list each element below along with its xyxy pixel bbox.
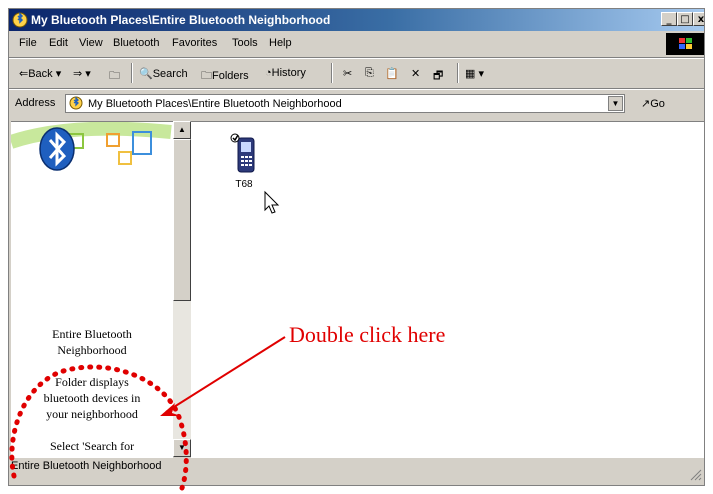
views-button[interactable]: ▦ ▾ xyxy=(465,67,484,80)
address-dropdown-button[interactable]: ▼ xyxy=(608,96,623,111)
folders-button[interactable]: 🗀Folders xyxy=(201,67,249,86)
search-button[interactable]: 🔍Search xyxy=(139,67,188,80)
windows-logo-icon xyxy=(666,33,704,55)
go-button[interactable]: ↗Go xyxy=(641,97,665,110)
device-item-t68[interactable]: T68 xyxy=(222,132,266,190)
go-arrow-icon: ↗ xyxy=(641,98,651,110)
back-button[interactable]: ⇐Back ▾ xyxy=(19,67,61,80)
search-icon: 🔍 xyxy=(139,68,153,80)
device-name: T68 xyxy=(235,179,253,190)
info-hint-line-1: Select 'Search for xyxy=(49,439,135,453)
address-input[interactable]: My Bluetooth Places\Entire Bluetooth Nei… xyxy=(65,94,625,113)
scroll-up-button[interactable]: ▲ xyxy=(173,121,191,139)
toolbar-divider xyxy=(331,63,333,83)
standard-toolbar: ⇐Back ▾ ⇒ ▾ 🗀 🔍Search 🗀Folders ◔History … xyxy=(9,59,704,87)
address-value: My Bluetooth Places\Entire Bluetooth Nei… xyxy=(88,98,342,110)
folders-label: Folders xyxy=(212,70,249,82)
menu-view[interactable]: View xyxy=(79,37,103,49)
menu-tools[interactable]: Tools xyxy=(232,37,258,49)
close-button[interactable]: x xyxy=(693,12,704,26)
device-list-pane[interactable] xyxy=(191,121,704,458)
bluetooth-banner-graphic xyxy=(11,122,172,165)
history-button[interactable]: ◔History xyxy=(265,67,306,79)
annotation-text: Double click here xyxy=(289,322,446,347)
info-heading-line-2: Neighborhood xyxy=(57,343,127,357)
bluetooth-places-icon xyxy=(12,12,28,28)
cut-button[interactable]: ✂ xyxy=(343,67,352,80)
search-label: Search xyxy=(152,68,188,80)
scroll-thumb[interactable] xyxy=(173,139,191,301)
copy-button[interactable]: ⎘ xyxy=(365,67,374,80)
toolbar-divider xyxy=(131,63,133,83)
status-text: Entire Bluetooth Neighborhood xyxy=(11,460,162,472)
explorer-window: My Bluetooth Places\Entire Bluetooth Nei… xyxy=(8,8,705,486)
scroll-down-button[interactable]: ▼ xyxy=(173,439,191,457)
forward-button[interactable]: ⇒ ▾ xyxy=(73,67,91,80)
folders-icon: 🗀 xyxy=(201,70,212,82)
paste-button[interactable]: 📋 xyxy=(385,67,399,80)
mobile-phone-icon xyxy=(230,133,255,173)
resize-grip-icon[interactable] xyxy=(690,469,702,481)
info-description-line-3: your neighborhood xyxy=(46,407,138,421)
go-label: Go xyxy=(650,98,665,110)
window-title: My Bluetooth Places\Entire Bluetooth Nei… xyxy=(31,13,331,27)
history-label: History xyxy=(271,67,306,79)
history-icon: ◔ xyxy=(265,67,272,79)
bluetooth-places-icon xyxy=(69,96,83,110)
menu-bluetooth[interactable]: Bluetooth xyxy=(113,37,159,49)
status-bar: Entire Bluetooth Neighborhood xyxy=(9,457,704,485)
info-heading-line-1: Entire Bluetooth xyxy=(52,327,132,341)
menu-help[interactable]: Help xyxy=(269,37,292,49)
info-description-line-1: Folder displays xyxy=(55,375,129,389)
properties-button[interactable]: 🗗 xyxy=(433,67,443,86)
menu-file[interactable]: File xyxy=(19,37,37,49)
menu-bar: File Edit View Bluetooth Favorites Tools… xyxy=(9,33,704,55)
title-bar[interactable]: My Bluetooth Places\Entire Bluetooth Nei… xyxy=(9,9,704,31)
menu-favorites[interactable]: Favorites xyxy=(172,37,217,49)
address-bar: Address My Bluetooth Places\Entire Bluet… xyxy=(9,91,704,117)
menu-edit[interactable]: Edit xyxy=(49,37,68,49)
minimize-button[interactable]: _ xyxy=(661,12,677,26)
maximize-button[interactable]: □ xyxy=(677,12,693,26)
up-folder-button[interactable]: 🗀 xyxy=(109,67,120,86)
bluetooth-icon xyxy=(39,127,75,171)
address-label: Address xyxy=(15,97,56,109)
info-pane: Entire Bluetooth Neighborhood Folder dis… xyxy=(11,121,173,458)
info-pane-scrollbar[interactable]: ▲ ▼ xyxy=(173,121,191,457)
toolbar-separator xyxy=(9,88,704,90)
toolbar-divider xyxy=(457,63,459,83)
info-description-line-2: bluetooth devices in xyxy=(43,391,141,405)
delete-button[interactable]: ✕ xyxy=(411,67,420,80)
